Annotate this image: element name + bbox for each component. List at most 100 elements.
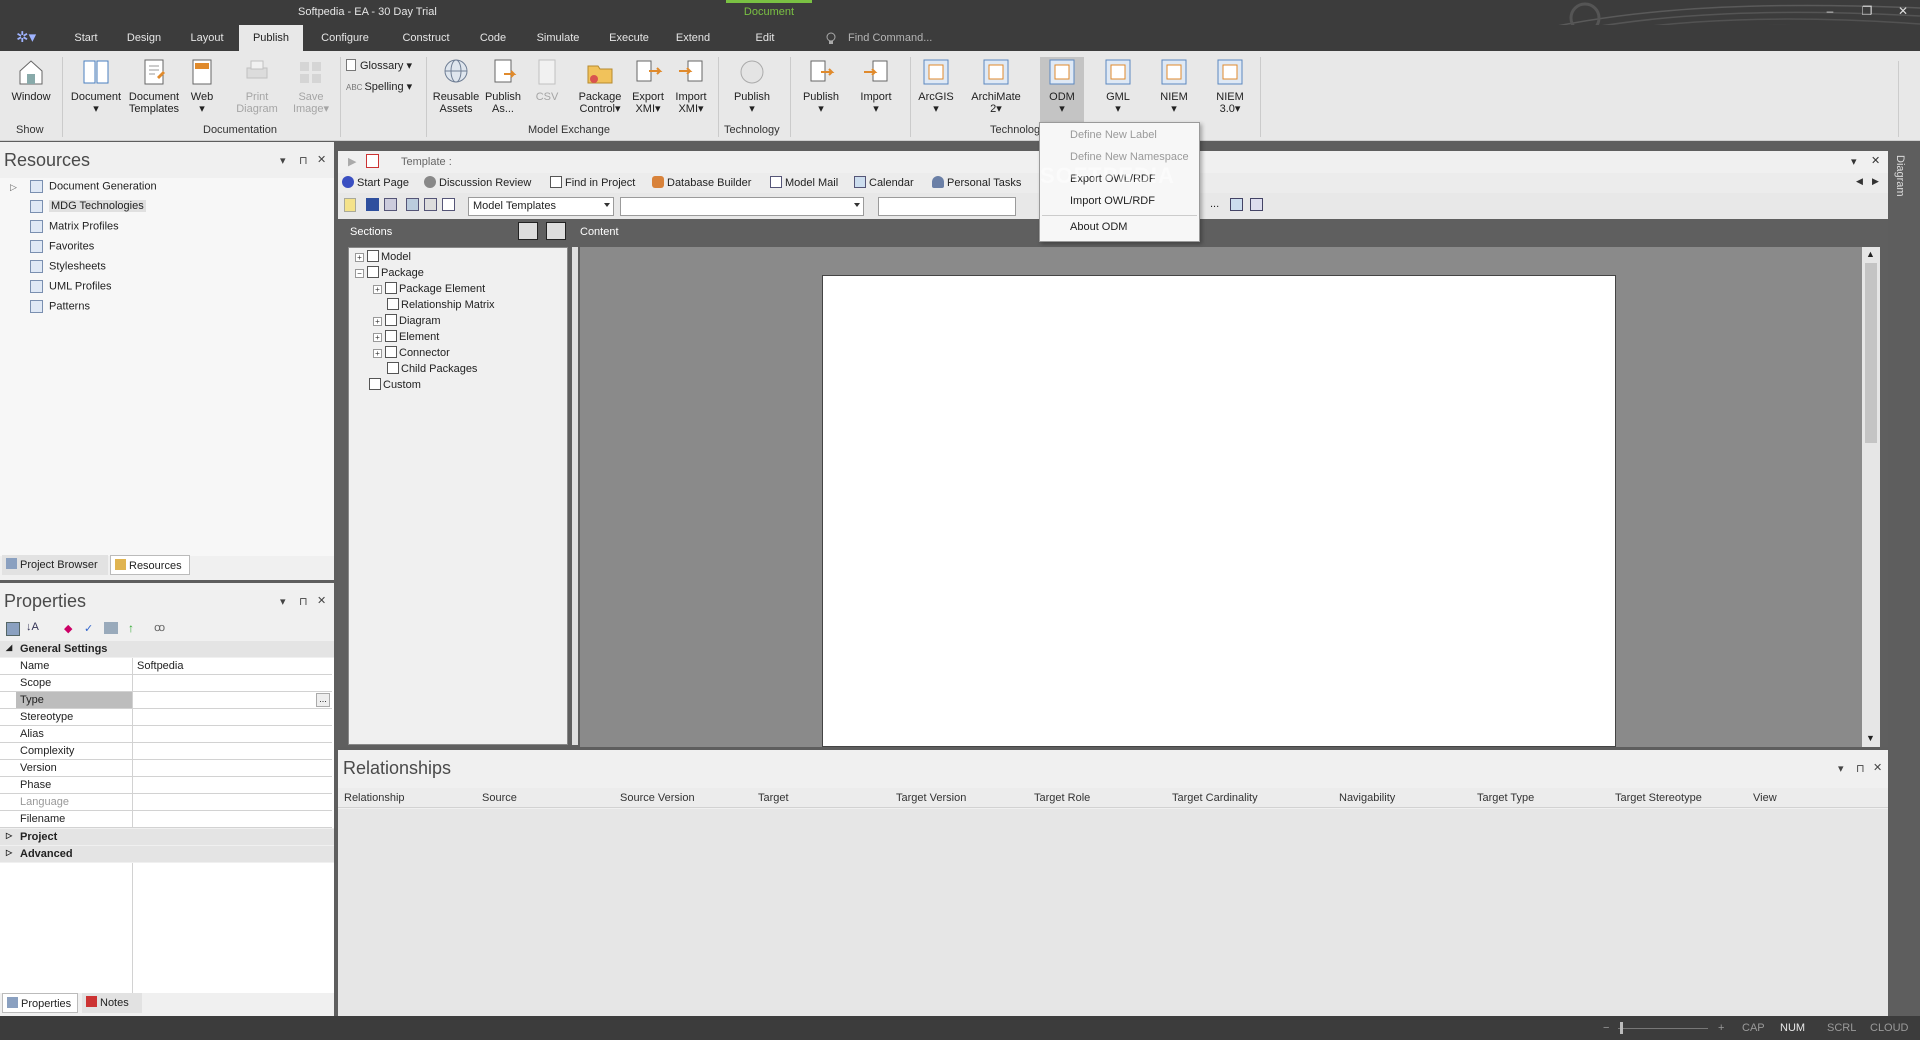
ellipsis-button[interactable]: ...: [316, 693, 330, 707]
section-child-packages[interactable]: Child Packages: [387, 362, 477, 376]
expand-arrow-icon[interactable]: ▷: [10, 182, 17, 193]
property-row-stereotype[interactable]: Stereotype: [0, 709, 332, 726]
panel-menu-icon[interactable]: ▾: [280, 154, 286, 167]
menu-item-import-owl-rdf[interactable]: Import OWL/RDF: [1040, 192, 1199, 212]
link-icon[interactable]: [424, 198, 437, 211]
filter-icon[interactable]: [104, 622, 118, 634]
package-control-button[interactable]: Package Control▾: [574, 57, 626, 115]
tree-item-favorites[interactable]: Favorites: [30, 240, 94, 258]
menu-item-about-odm[interactable]: About ODM: [1040, 218, 1199, 238]
tab-configure[interactable]: Configure: [315, 25, 375, 51]
col-source[interactable]: Source: [482, 792, 517, 804]
tab-extend[interactable]: Extend: [673, 25, 713, 51]
minimize-button[interactable]: –: [1820, 4, 1840, 18]
section-element[interactable]: + Element: [373, 330, 439, 344]
property-row-scope[interactable]: Scope: [0, 675, 332, 692]
window-button[interactable]: Window: [8, 57, 54, 103]
niem-button[interactable]: NIEM ▾: [1152, 57, 1196, 115]
tree-item-stylesheets[interactable]: Stylesheets: [30, 260, 106, 278]
col-relationship[interactable]: Relationship: [344, 792, 405, 804]
tree-item-uml-profiles[interactable]: UML Profiles: [30, 280, 112, 298]
publish-technology-button[interactable]: Publish ▾: [726, 57, 778, 115]
close-window-button[interactable]: ✕: [1893, 4, 1913, 18]
tab-discussion-review[interactable]: Discussion Review: [424, 176, 531, 194]
property-row-phase[interactable]: Phase: [0, 777, 332, 794]
app-menu-icon[interactable]: ✲▾: [16, 28, 46, 50]
col-target-version[interactable]: Target Version: [896, 792, 966, 804]
toolbar-icon-b[interactable]: [1250, 198, 1263, 211]
tab-resources[interactable]: Resources: [110, 555, 190, 575]
tab-start-page[interactable]: Start Page: [342, 176, 409, 194]
checkbox[interactable]: [385, 282, 397, 294]
add-icon[interactable]: ◆: [64, 622, 72, 635]
tab-start[interactable]: Start: [70, 25, 102, 51]
move-down-button[interactable]: [546, 222, 566, 240]
arcgis-button[interactable]: ArcGIS ▾: [914, 57, 958, 115]
tab-design[interactable]: Design: [124, 25, 164, 51]
niem-3-button[interactable]: NIEM 3.0▾: [1208, 57, 1252, 115]
property-value[interactable]: Softpedia: [137, 660, 183, 672]
section-connector[interactable]: + Connector: [373, 346, 450, 360]
zoom-in-button[interactable]: +: [1718, 1022, 1724, 1034]
col-target-type[interactable]: Target Type: [1477, 792, 1534, 804]
section-custom[interactable]: Custom: [369, 378, 421, 392]
panel-menu-icon[interactable]: ▾: [1838, 762, 1844, 775]
pin-icon[interactable]: ⊓: [299, 595, 308, 608]
expand-icon[interactable]: +: [373, 317, 382, 326]
spelling-button[interactable]: ABC Spelling ▾: [346, 81, 422, 94]
document-page[interactable]: [822, 275, 1616, 747]
property-row-name[interactable]: Name Softpedia: [0, 658, 332, 675]
up-arrow-icon[interactable]: ↑: [128, 621, 134, 635]
toolbar-icon-a[interactable]: [1230, 198, 1243, 211]
sort-alpha-icon[interactable]: ↓A: [26, 621, 39, 633]
project-section[interactable]: ▷ Project: [0, 829, 334, 845]
section-package-element[interactable]: + Package Element: [373, 282, 485, 296]
col-navigability[interactable]: Navigability: [1339, 792, 1395, 804]
col-target-cardinality[interactable]: Target Cardinality: [1172, 792, 1258, 804]
tab-simulate[interactable]: Simulate: [533, 25, 583, 51]
reusable-assets-button[interactable]: Reusable Assets: [430, 57, 482, 115]
panel-menu-icon[interactable]: ▾: [1851, 155, 1857, 168]
scroll-up-icon[interactable]: ▲: [1866, 249, 1875, 259]
expand-icon[interactable]: +: [373, 333, 382, 342]
new-document-icon[interactable]: [344, 198, 356, 212]
scroll-left-icon[interactable]: ◀: [1856, 176, 1863, 187]
doc-close-icon[interactable]: ✕: [1871, 154, 1880, 167]
col-target-stereotype[interactable]: Target Stereotype: [1615, 792, 1702, 804]
vertical-scrollbar[interactable]: ▲ ▼: [1862, 247, 1880, 747]
expand-icon[interactable]: +: [373, 285, 382, 294]
glasses-icon[interactable]: ꝏ: [154, 621, 165, 634]
tab-properties[interactable]: Properties: [2, 993, 78, 1013]
second-select[interactable]: [620, 197, 864, 216]
expand-arrow-icon[interactable]: ▷: [6, 831, 12, 840]
checkbox[interactable]: [367, 250, 379, 262]
zoom-slider[interactable]: [1618, 1028, 1708, 1029]
tab-edit[interactable]: Edit: [752, 25, 778, 51]
export-xmi-button[interactable]: Export XMI▾: [628, 57, 668, 115]
check-icon[interactable]: ✓: [84, 622, 93, 635]
section-diagram[interactable]: + Diagram: [373, 314, 441, 328]
pin-icon[interactable]: ⊓: [1856, 762, 1865, 775]
tree-item-document-generation[interactable]: Document Generation: [30, 180, 157, 198]
col-target-role[interactable]: Target Role: [1034, 792, 1090, 804]
gml-button[interactable]: GML ▾: [1096, 57, 1140, 115]
tab-publish[interactable]: Publish: [239, 25, 303, 51]
template-select[interactable]: Model Templates: [468, 197, 614, 216]
tab-layout[interactable]: Layout: [186, 25, 228, 51]
tab-project-browser[interactable]: Project Browser: [2, 555, 108, 575]
archimate-button[interactable]: ArchiMate 2▾: [966, 57, 1026, 115]
advanced-section[interactable]: ▷ Advanced: [0, 846, 334, 862]
import-button[interactable]: Import ▾: [852, 57, 900, 115]
property-row-filename[interactable]: Filename: [0, 811, 332, 828]
expand-arrow-icon[interactable]: ▷: [6, 848, 12, 857]
section-model[interactable]: + Model: [355, 250, 411, 264]
property-row-type[interactable]: Type...: [0, 692, 332, 709]
scroll-down-icon[interactable]: ▼: [1866, 733, 1875, 743]
tab-code[interactable]: Code: [477, 25, 509, 51]
panel-menu-icon[interactable]: ▾: [280, 595, 286, 608]
tab-find-in-project[interactable]: Find in Project: [550, 176, 635, 194]
web-button[interactable]: Web ▾: [186, 57, 218, 115]
col-view[interactable]: View: [1753, 792, 1777, 804]
property-row-language[interactable]: Language: [0, 794, 332, 811]
publish-as-button[interactable]: Publish As...: [482, 57, 524, 115]
